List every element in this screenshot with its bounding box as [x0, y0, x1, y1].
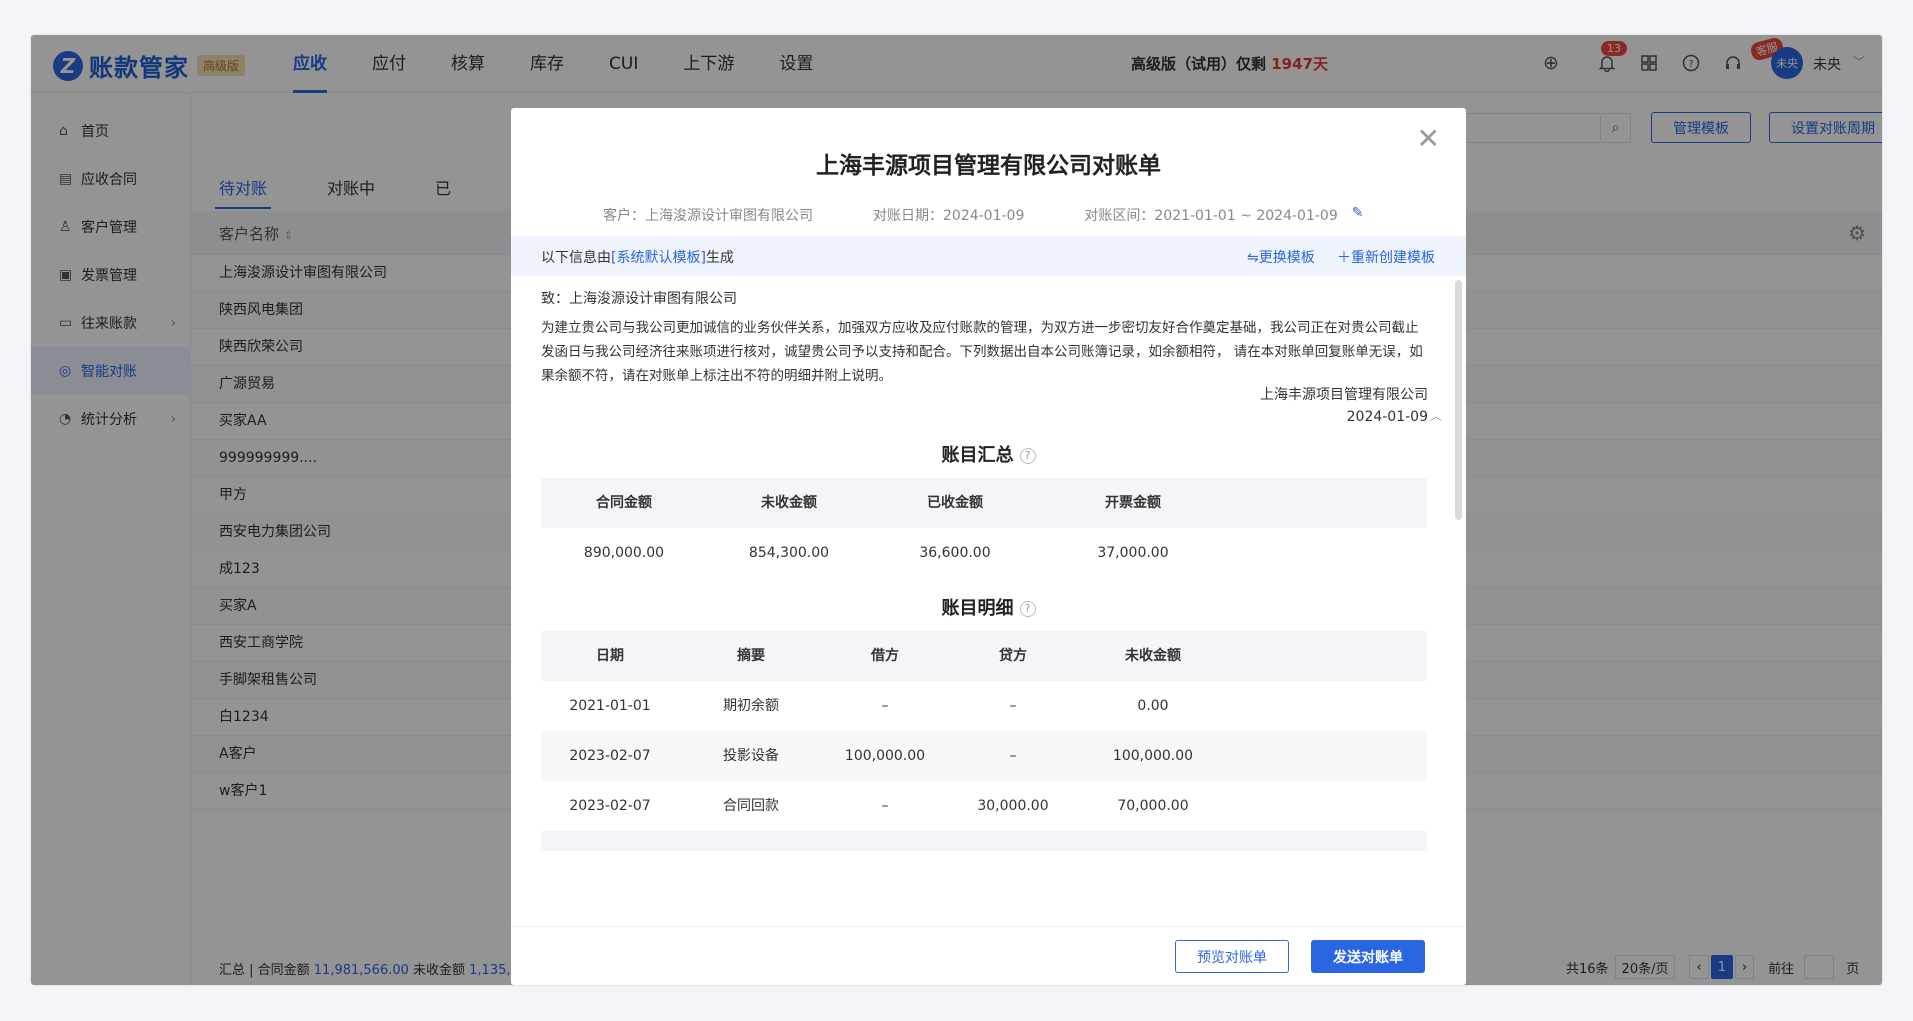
edit-icon[interactable]: ✎: [1352, 205, 1364, 225]
dialog-title: 上海丰源项目管理有限公司对账单: [816, 153, 1161, 179]
change-template-link[interactable]: ⇋更换模板: [1247, 247, 1315, 267]
detail-header-cell: 借方: [871, 648, 899, 664]
detail-cell: 2021-01-01: [569, 698, 651, 714]
detail-table-body: 2021-01-01 期初余额 – – 0.00 2023-02-07 投影设备 100,00…: [541, 681, 1427, 831]
app-window: Z 账款管家 高级版 应收 应付 核算 库存 CUI 上下游 设置 高级版（试用…: [30, 34, 1883, 986]
summary-table-header: 合同金额 未收金额 已收金额 开票金额: [541, 478, 1427, 528]
table-row: [541, 831, 1427, 851]
summary-header-cell: 开票金额: [1105, 495, 1161, 511]
detail-header-cell: 未收金额: [1125, 648, 1181, 664]
greeting-line: 致：上海浚源设计审图有限公司: [541, 291, 737, 307]
dialog-footer: 预览对账单 发送对账单: [511, 926, 1466, 985]
statement-dialog: ✕ 上海丰源项目管理有限公司对账单 客户：上海浚源设计审图有限公司 对账日期：2…: [511, 108, 1466, 985]
summary-header-cell: 未收金额: [761, 495, 817, 511]
summary-value-cell: 36,600.00: [919, 545, 991, 561]
detail-cell: 0.00: [1137, 698, 1169, 714]
detail-cell: 期初余额: [723, 698, 779, 714]
statement-meta: 客户：上海浚源设计审图有限公司 对账日期：2024-01-09 对账区间：202…: [603, 205, 1423, 225]
statement-date: 对账日期：2024-01-09: [873, 208, 1025, 224]
template-info: 以下信息由[系统默认模板]生成: [541, 250, 734, 266]
send-statement-button[interactable]: 发送对账单: [1311, 940, 1425, 973]
statement-letter: 为建立贵公司与我公司更加诚信的业务伙伴关系，加强双方应收及应付账款的管理，为双方…: [541, 320, 1423, 384]
question-icon[interactable]: ?: [1019, 601, 1036, 617]
detail-cell: –: [881, 698, 889, 714]
summary-header-cell: 已收金额: [927, 495, 983, 511]
summary-header-cell: 合同金额: [596, 495, 652, 511]
summary-value-cell: 37,000.00: [1097, 545, 1169, 561]
detail-cell: –: [1009, 698, 1017, 714]
summary-section-title: 账目汇总?: [511, 441, 1466, 467]
detail-table-header: 日期 摘要 借方 贷方 未收金额: [541, 631, 1427, 681]
summary-value-cell: 854,300.00: [748, 545, 830, 561]
scrollbar[interactable]: [1455, 280, 1462, 520]
customer-info: 客户：上海浚源设计审图有限公司: [603, 208, 813, 224]
detail-cell: 投影设备: [723, 748, 779, 764]
detail-cell: 100,000.00: [1112, 748, 1194, 764]
detail-cell: 2023-02-07: [569, 748, 651, 764]
detail-header-cell: 贷方: [999, 648, 1027, 664]
detail-header-cell: 摘要: [737, 648, 765, 664]
template-info-bar: 以下信息由[系统默认模板]生成 ⇋更换模板 ＋重新创建模板: [511, 236, 1466, 276]
detail-section-title: 账目明细?: [511, 594, 1466, 620]
preview-statement-button[interactable]: 预览对账单: [1175, 940, 1289, 973]
default-template-link[interactable]: [系统默认模板]: [611, 250, 706, 266]
statement-range: 对账区间：2021-01-01 ~ 2024-01-09: [1084, 208, 1338, 224]
table-row: 2023-02-07 合同回款 – 30,000.00 70,000.00: [541, 781, 1427, 831]
question-icon[interactable]: ?: [1019, 448, 1036, 464]
detail-cell: –: [1009, 748, 1017, 764]
detail-cell: 30,000.00: [977, 798, 1049, 814]
chevron-up-icon[interactable]: ︿: [1430, 407, 1442, 424]
detail-cell: 合同回款: [723, 798, 779, 814]
detail-header-cell: 日期: [596, 648, 624, 664]
summary-table: 合同金额 未收金额 已收金额 开票金额 890,000.00 854,300.00 36,…: [541, 478, 1427, 578]
table-row: 2023-02-07 投影设备 100,000.00 – 100,000.00: [541, 731, 1427, 781]
signature-date: 2024-01-09: [1346, 409, 1428, 425]
detail-cell: –: [881, 798, 889, 814]
detail-cell: 100,000.00: [844, 748, 926, 764]
summary-value-cell: 890,000.00: [583, 545, 665, 561]
detail-table: 日期 摘要 借方 贷方 未收金额 2021-01-01 期初余额 – – 0.00 2023-02…: [541, 631, 1427, 851]
new-template-link[interactable]: ＋重新创建模板: [1337, 247, 1435, 267]
signature-company: 上海丰源项目管理有限公司: [1260, 387, 1428, 403]
table-row: 2021-01-01 期初余额 – – 0.00: [541, 681, 1427, 731]
table-row: 890,000.00 854,300.00 36,600.00 37,000.00: [541, 528, 1427, 578]
detail-cell: 2023-02-07: [569, 798, 651, 814]
statement-body: 致：上海浚源设计审图有限公司 为建立贵公司与我公司更加诚信的业务伙伴关系，加强双…: [511, 276, 1466, 926]
detail-cell: 70,000.00: [1117, 798, 1189, 814]
